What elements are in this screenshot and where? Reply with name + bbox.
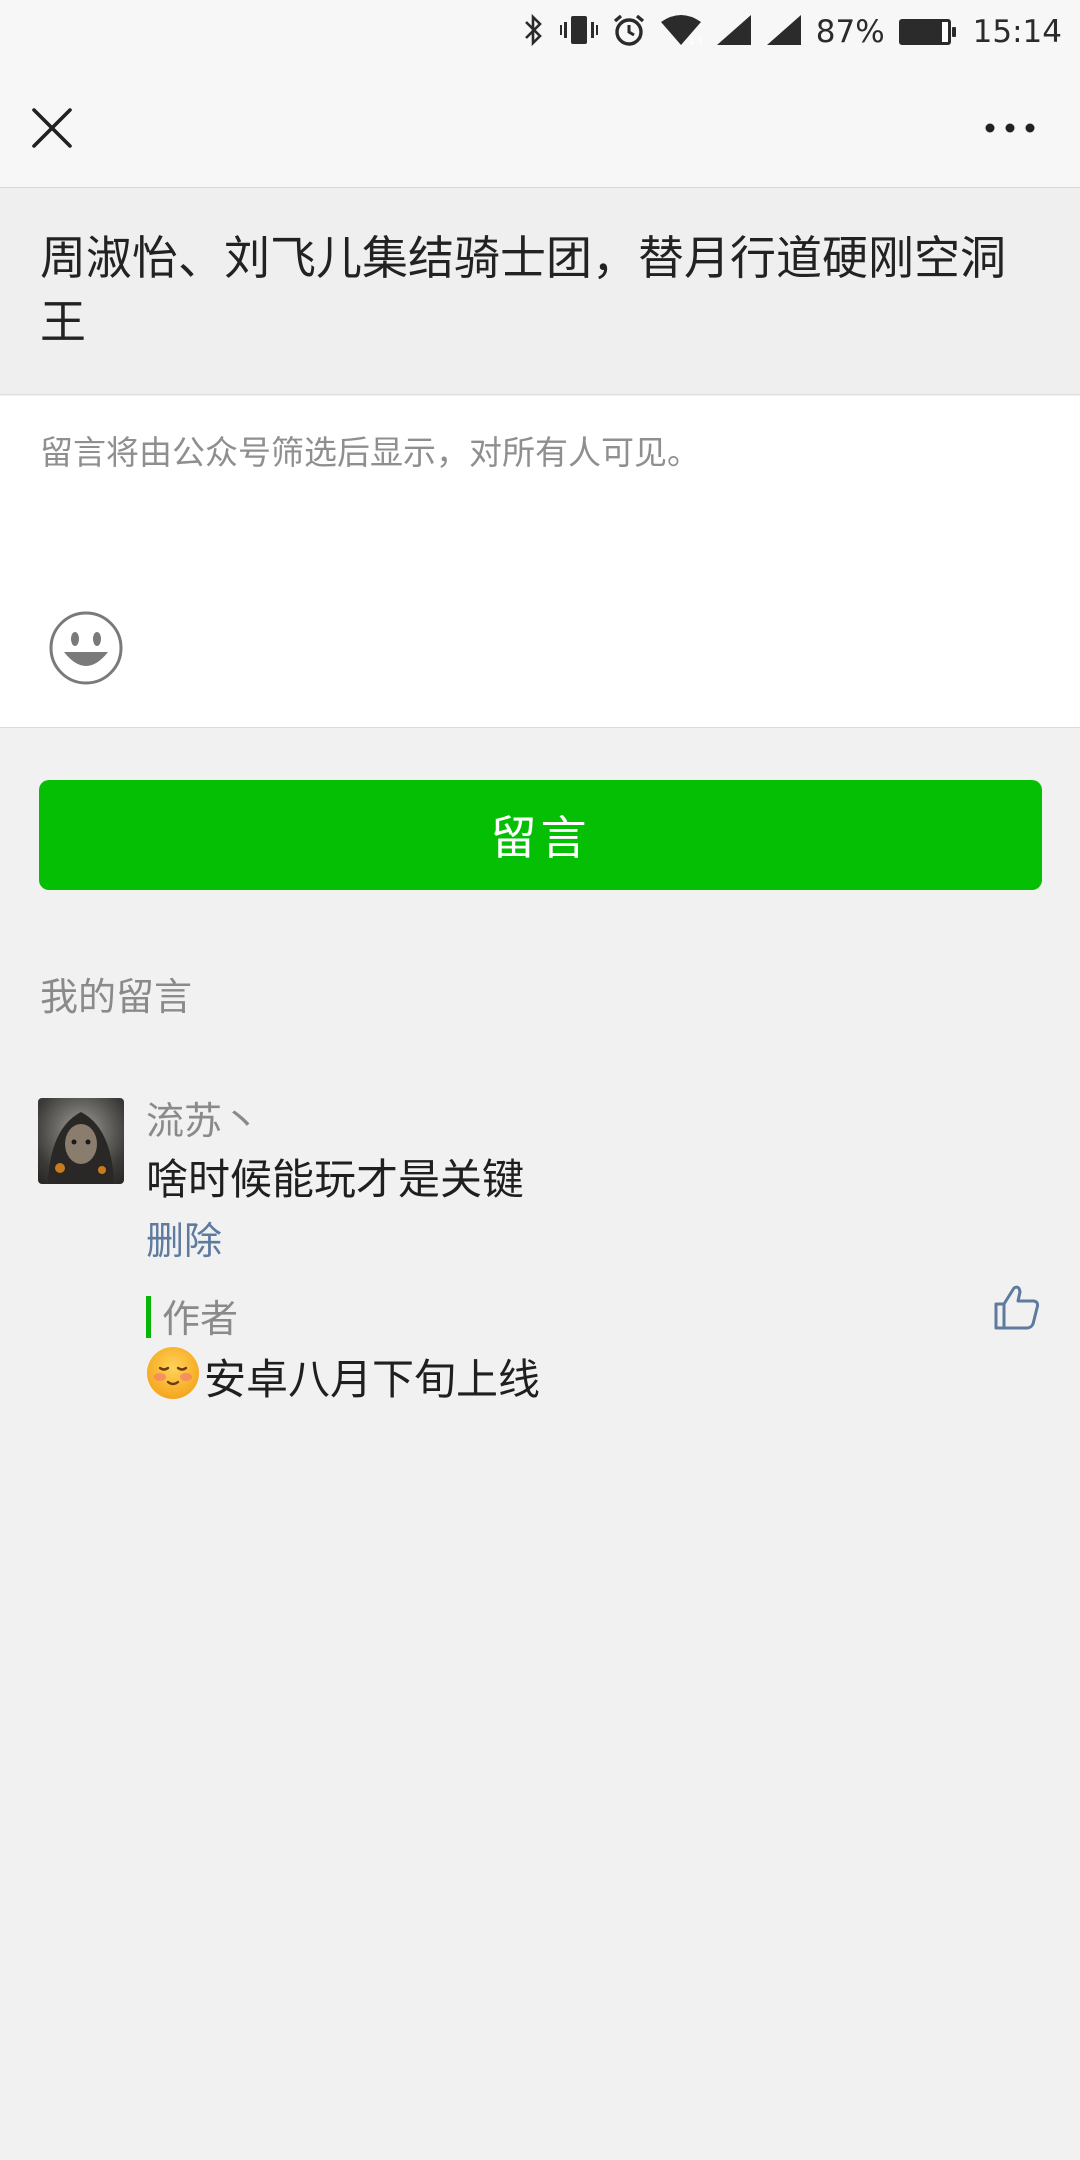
list-item: 流苏丶 啥时候能玩才是关键 删除 作者 安卓八月下旬上线 (0, 1090, 1080, 1410)
status-time: 15:14 (972, 14, 1062, 50)
author-reply-label: 作者 (162, 1297, 239, 1341)
article-title: 周淑怡、刘飞儿集结骑士团，替月行道硬刚空洞王 (40, 231, 1006, 349)
delete-comment-link[interactable]: 删除 (146, 1210, 222, 1265)
avatar (38, 1098, 124, 1184)
screen: ↓↑ 87% 15:14 周淑怡、刘飞儿集结骑士团，替月行道硬刚空洞王 留言将由… (0, 0, 1080, 2160)
wifi-icon: ↓↑ (660, 14, 705, 50)
signal-icon (766, 14, 802, 50)
thumbs-up-icon[interactable] (992, 1282, 1042, 1332)
author-reply-text: 安卓八月下旬上线 (204, 1355, 541, 1404)
bluetooth-icon (522, 13, 546, 51)
more-icon[interactable] (980, 120, 1040, 136)
comment-nickname: 流苏丶 (146, 1099, 261, 1143)
alarm-icon (612, 13, 646, 51)
battery-icon (898, 19, 956, 45)
vibrate-icon (559, 14, 598, 50)
comment-editor (0, 396, 1080, 728)
article-header: 周淑怡、刘飞儿集结骑士团，替月行道硬刚空洞王 (0, 188, 1080, 395)
smiley-icon[interactable] (48, 610, 124, 686)
comment-text: 啥时候能玩才是关键 (146, 1155, 525, 1204)
submit-comment-button[interactable]: 留言 (39, 780, 1042, 890)
signal-icon (716, 14, 752, 50)
comment-input[interactable] (40, 426, 1040, 626)
status-bar: ↓↑ 87% 15:14 (0, 0, 1080, 64)
battery-percent: 87% (815, 14, 885, 50)
battery-level (901, 22, 942, 42)
svg-text:↓↑: ↓↑ (687, 35, 702, 46)
reply-marker (146, 1296, 151, 1338)
close-icon[interactable] (28, 104, 76, 152)
nav-bar (0, 64, 1080, 188)
status-icons: ↓↑ 87% 15:14 (522, 10, 1062, 54)
blush-emoji-icon (146, 1346, 200, 1400)
my-comments-label: 我的留言 (40, 975, 193, 1019)
